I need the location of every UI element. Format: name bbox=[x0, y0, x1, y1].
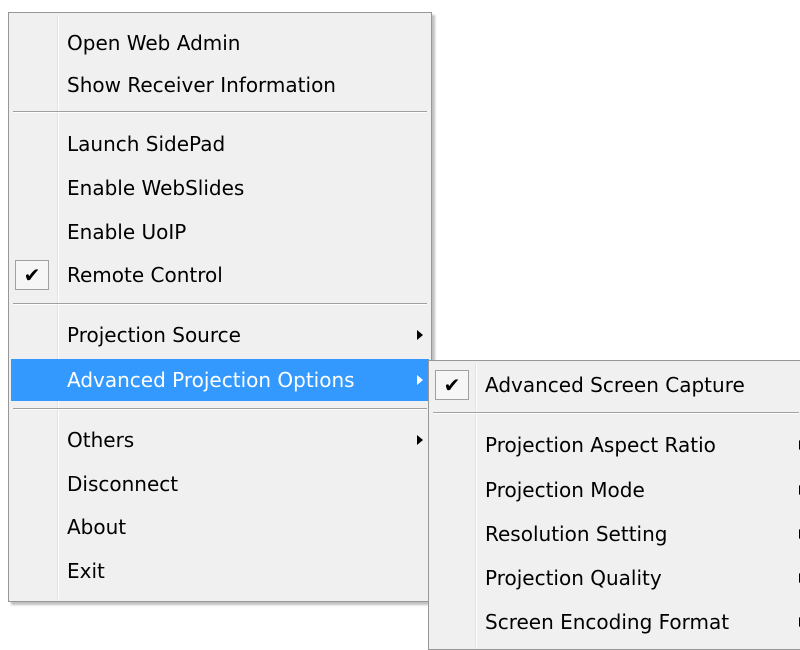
menu-separator bbox=[13, 408, 427, 410]
menu-item-label: Advanced Screen Capture bbox=[485, 373, 745, 397]
menu-item-label: Advanced Projection Options bbox=[67, 368, 355, 392]
check-icon: ✔ bbox=[435, 370, 469, 400]
menu-item-open-web-admin[interactable]: Open Web Admin bbox=[11, 22, 429, 64]
menu-item-label: Resolution Setting bbox=[485, 522, 668, 546]
menu-item-advanced-projection-options[interactable]: Advanced Projection Options bbox=[11, 359, 429, 401]
menu-item-label: Disconnect bbox=[67, 472, 179, 496]
context-menu: Open Web Admin Show Receiver Information… bbox=[8, 12, 432, 602]
submenu-arrow-icon bbox=[417, 435, 423, 445]
menu-item-enable-uoip[interactable]: Enable UoIP bbox=[11, 211, 429, 253]
submenu-item-projection-aspect-ratio[interactable]: Projection Aspect Ratio bbox=[431, 424, 800, 466]
menu-item-label: Projection Mode bbox=[485, 478, 645, 502]
menu-item-enable-webslides[interactable]: Enable WebSlides bbox=[11, 167, 429, 209]
advanced-projection-options-submenu: ✔ Advanced Screen Capture Projection Asp… bbox=[428, 360, 800, 650]
menu-separator bbox=[13, 111, 427, 113]
menu-item-others[interactable]: Others bbox=[11, 419, 429, 461]
menu-item-label: Enable WebSlides bbox=[67, 176, 245, 200]
menu-separator bbox=[13, 303, 427, 305]
submenu-item-projection-mode[interactable]: Projection Mode bbox=[431, 469, 800, 511]
menu-item-disconnect[interactable]: Disconnect bbox=[11, 463, 429, 505]
menu-item-label: Launch SidePad bbox=[67, 132, 226, 156]
menu-item-label: Projection Aspect Ratio bbox=[485, 433, 716, 457]
submenu-item-projection-quality[interactable]: Projection Quality bbox=[431, 557, 800, 599]
menu-item-label: Enable UoIP bbox=[67, 220, 187, 244]
menu-item-label: About bbox=[67, 515, 127, 539]
submenu-item-advanced-screen-capture[interactable]: ✔ Advanced Screen Capture bbox=[431, 364, 800, 406]
menu-item-label: Others bbox=[67, 428, 135, 452]
submenu-arrow-icon bbox=[417, 330, 423, 340]
menu-item-show-receiver-information[interactable]: Show Receiver Information bbox=[11, 64, 429, 106]
menu-item-label: Projection Source bbox=[67, 323, 241, 347]
submenu-item-resolution-setting[interactable]: Resolution Setting bbox=[431, 513, 800, 555]
menu-item-label: Show Receiver Information bbox=[67, 73, 336, 97]
submenu-arrow-icon bbox=[417, 375, 423, 385]
menu-item-label: Open Web Admin bbox=[67, 31, 241, 55]
menu-item-label: Remote Control bbox=[67, 263, 223, 287]
menu-item-launch-sidepad[interactable]: Launch SidePad bbox=[11, 123, 429, 165]
menu-item-remote-control[interactable]: ✔ Remote Control bbox=[11, 254, 429, 296]
menu-item-label: Projection Quality bbox=[485, 566, 662, 590]
menu-item-label: Screen Encoding Format bbox=[485, 610, 730, 634]
menu-item-projection-source[interactable]: Projection Source bbox=[11, 314, 429, 356]
menu-item-label: Exit bbox=[67, 559, 105, 583]
submenu-item-screen-encoding-format[interactable]: Screen Encoding Format bbox=[431, 601, 800, 643]
menu-item-about[interactable]: About bbox=[11, 506, 429, 548]
menu-item-exit[interactable]: Exit bbox=[11, 550, 429, 592]
menu-separator bbox=[433, 412, 799, 414]
check-icon: ✔ bbox=[15, 260, 49, 290]
